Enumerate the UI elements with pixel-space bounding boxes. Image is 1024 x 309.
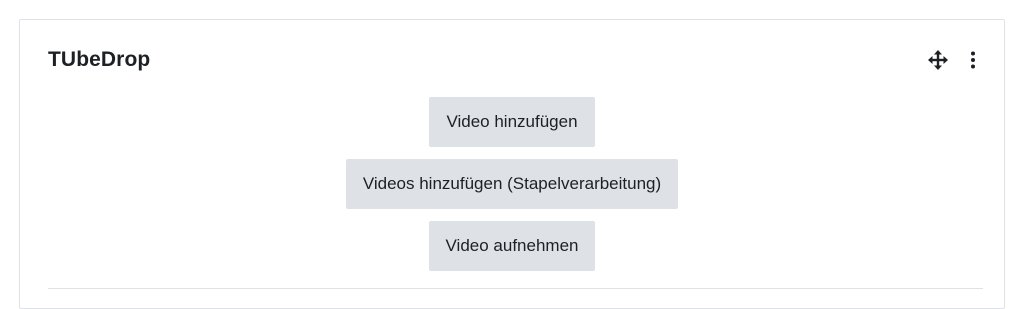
block-header: TUbeDrop <box>48 46 976 74</box>
move-arrows-icon[interactable] <box>928 50 948 70</box>
add-video-button[interactable]: Video hinzufügen <box>429 97 595 147</box>
block-controls <box>928 50 976 70</box>
tubedrop-block: TUbeDrop Video hinzufügen Videos hinzufü… <box>19 19 1005 309</box>
block-actions: Video hinzufügen Videos hinzufügen (Stap… <box>20 97 1004 271</box>
divider <box>48 288 983 289</box>
record-video-button[interactable]: Video aufnehmen <box>428 221 596 271</box>
add-videos-batch-button[interactable]: Videos hinzufügen (Stapelverarbeitung) <box>345 159 679 209</box>
block-title: TUbeDrop <box>48 48 151 71</box>
vertical-dots-icon[interactable] <box>970 51 976 69</box>
